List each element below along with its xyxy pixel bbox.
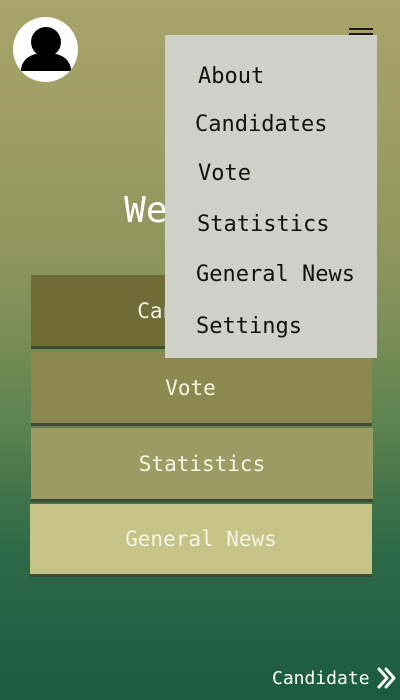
general-news-button-label: General News: [125, 527, 277, 551]
home-screen: Welcome Candidates Vote Statistics Gener…: [0, 0, 400, 700]
dropdown-item-vote[interactable]: Vote: [165, 152, 400, 196]
user-avatar-icon: [21, 27, 71, 71]
vote-button-label: Vote: [165, 375, 216, 400]
dropdown-item-candidates[interactable]: Candidates: [165, 103, 400, 147]
dropdown-item-about[interactable]: About: [165, 55, 400, 99]
candidate-role-link[interactable]: Candidate: [272, 664, 396, 692]
vote-button[interactable]: Vote: [31, 352, 372, 426]
general-news-button[interactable]: General News: [30, 504, 372, 577]
hamburger-line: [349, 28, 373, 30]
double-chevron-right-icon: [377, 667, 396, 689]
dropdown-item-statistics[interactable]: Statistics: [165, 203, 400, 247]
dropdown-item-settings[interactable]: Settings: [165, 305, 400, 349]
profile-avatar[interactable]: [13, 17, 78, 82]
navigation-dropdown: About Candidates Vote Statistics General…: [165, 35, 377, 358]
dropdown-item-general-news[interactable]: General News: [165, 253, 400, 297]
statistics-button-label: Statistics: [138, 451, 266, 476]
statistics-button[interactable]: Statistics: [31, 428, 373, 502]
role-link-label: Candidate: [272, 667, 370, 689]
